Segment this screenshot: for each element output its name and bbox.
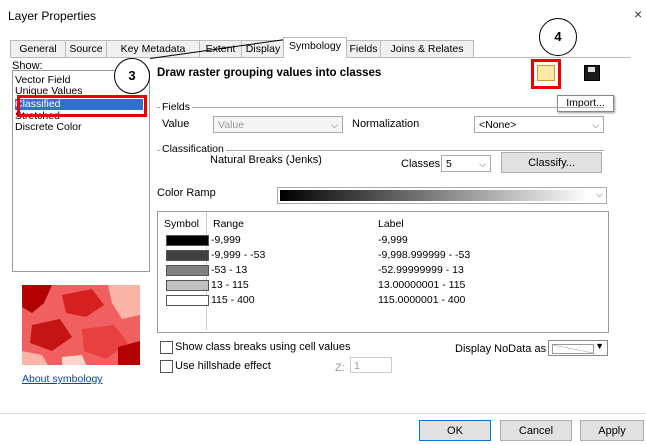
show-breaks-label: Show class breaks using cell values xyxy=(175,341,351,353)
tab-symbology[interactable]: Symbology xyxy=(283,37,347,58)
class-range: -9,999 xyxy=(211,234,241,246)
tab-source[interactable]: Source xyxy=(65,40,107,57)
color-ramp-gradient xyxy=(280,190,590,201)
normalization-select[interactable]: <None> ⌵ xyxy=(474,116,604,133)
tab-key-metadata[interactable]: Key Metadata xyxy=(106,40,200,57)
class-label: -9,999 xyxy=(378,234,408,246)
ok-button[interactable]: OK xyxy=(419,420,491,441)
class-label: -52.99999999 - 13 xyxy=(378,264,464,276)
chevron-down-icon: ⌵ xyxy=(331,120,338,130)
show-item-discrete-color[interactable]: Discrete Color xyxy=(15,122,82,133)
z-factor-input[interactable]: 1 xyxy=(350,357,392,373)
preview-image xyxy=(22,285,140,365)
symbol-header: Symbol xyxy=(164,218,200,230)
class-swatch[interactable] xyxy=(166,295,209,306)
nodata-swatch xyxy=(552,344,594,354)
classes-select-text: 5 xyxy=(446,158,452,170)
class-range: 13 - 115 xyxy=(211,279,249,291)
open-folder-icon[interactable] xyxy=(537,65,555,81)
chevron-down-icon: ⌵ xyxy=(479,159,486,169)
class-label: 13.00000001 - 115 xyxy=(378,279,466,291)
class-swatch[interactable] xyxy=(166,235,209,246)
classes-select[interactable]: 5 ⌵ xyxy=(441,155,491,172)
tab-fields[interactable]: Fields xyxy=(346,40,381,57)
callout-4: 4 xyxy=(539,18,577,56)
normalization-select-text: <None> xyxy=(479,119,517,131)
label-header: Label xyxy=(378,218,404,230)
value-select-text: Value xyxy=(218,119,245,131)
window-title: Layer Properties xyxy=(8,9,97,23)
nodata-label: Display NoData as xyxy=(455,343,547,355)
apply-button[interactable]: Apply xyxy=(580,420,644,441)
about-symbology-link[interactable]: About symbology xyxy=(22,373,103,385)
class-label: 115.0000001 - 400 xyxy=(378,294,466,306)
chevron-down-icon: ⌵ xyxy=(592,120,599,130)
tab-general[interactable]: General xyxy=(10,40,66,57)
fields-group-label: Fields xyxy=(160,101,193,113)
class-swatch[interactable] xyxy=(166,250,209,261)
renderer-heading: Draw raster grouping values into classes xyxy=(157,67,382,79)
class-swatch[interactable] xyxy=(166,280,209,291)
range-header: Range xyxy=(213,218,244,230)
classes-table[interactable]: Symbol Range Label -9,999 -9,999 -9,999 … xyxy=(157,211,609,333)
callout-3: 3 xyxy=(114,58,150,94)
normalization-label: Normalization xyxy=(352,118,420,130)
class-range: 115 - 400 xyxy=(211,294,255,306)
tab-joins-relates[interactable]: Joins & Relates xyxy=(380,40,474,57)
class-range: -53 - 13 xyxy=(211,264,248,276)
z-label: Z: xyxy=(335,362,345,374)
highlight-classified xyxy=(17,95,147,117)
hillshade-label: Use hillshade effect xyxy=(175,360,271,372)
color-ramp-select[interactable]: ⌵ xyxy=(277,187,607,204)
color-ramp-label: Color Ramp xyxy=(157,187,216,199)
value-label: Value xyxy=(162,118,190,130)
class-range: -9,999 - -53 xyxy=(211,249,266,261)
fields-group-border xyxy=(157,107,604,108)
chevron-down-icon: ⌵ xyxy=(596,189,603,199)
footer-divider xyxy=(0,413,646,414)
value-select[interactable]: Value ⌵ xyxy=(213,116,343,133)
classes-label: Classes xyxy=(401,158,441,170)
hillshade-checkbox[interactable] xyxy=(160,360,173,373)
nodata-color-select[interactable]: ▼ xyxy=(548,340,608,356)
save-icon[interactable] xyxy=(584,65,600,81)
cancel-button[interactable]: Cancel xyxy=(500,420,572,441)
chevron-down-icon: ▼ xyxy=(595,341,604,351)
class-label: -9,998.999999 - -53 xyxy=(378,249,471,261)
import-tooltip: Import... xyxy=(557,95,614,112)
classification-method: Natural Breaks (Jenks) xyxy=(210,154,322,166)
close-icon[interactable]: × xyxy=(634,6,642,22)
show-breaks-checkbox[interactable] xyxy=(160,341,173,354)
classify-button[interactable]: Classify... xyxy=(501,152,602,173)
class-swatch[interactable] xyxy=(166,265,209,276)
